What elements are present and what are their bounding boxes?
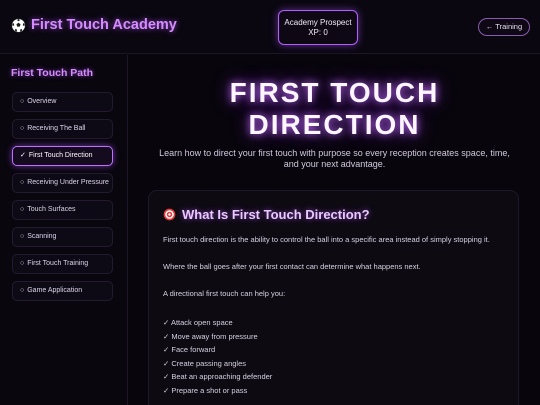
- xp-label: XP: 0: [308, 28, 328, 37]
- sidebar-item-label: Overview: [27, 98, 57, 105]
- sidebar-item-touch-surfaces[interactable]: ○ Touch Surfaces: [12, 200, 113, 220]
- page-subtitle: Learn how to direct your first touch wit…: [143, 148, 526, 170]
- benefits-checklist: ✓ Attack open space ✓ Move away from pre…: [163, 316, 272, 397]
- sidebar-item-receiving-under-pressure[interactable]: ○ Receiving Under Pressure: [12, 173, 113, 193]
- sidebar-item-first-touch-direction[interactable]: ✓ First Touch Direction: [12, 146, 113, 166]
- card-title: What Is First Touch Direction?: [182, 207, 370, 222]
- checklist-item: ✓ Attack open space: [163, 318, 233, 327]
- circle-icon: ○: [20, 233, 25, 240]
- top-bar: First Touch Academy Academy Prospect XP:…: [0, 0, 540, 54]
- sidebar-item-label: Receiving Under Pressure: [27, 179, 109, 186]
- sidebar-item-label: Game Application: [27, 287, 83, 294]
- card-header: What Is First Touch Direction?: [163, 207, 370, 222]
- checklist-item: ✓ Prepare a shot or pass: [163, 385, 248, 395]
- sidebar-item-scanning[interactable]: ○ Scanning: [12, 227, 113, 247]
- circle-icon: ○: [20, 287, 25, 294]
- checklist-item: ✓ Face forward: [163, 345, 216, 354]
- sidebar-item-label: Scanning: [27, 233, 57, 240]
- sidebar-item-receiving-the-ball[interactable]: ○ Receiving The Ball: [12, 119, 113, 139]
- circle-icon: ○: [20, 98, 25, 105]
- sidebar-item-label: Touch Surfaces: [27, 206, 76, 213]
- back-to-training-button[interactable]: ← Training: [478, 18, 530, 36]
- xp-status-box: Academy Prospect XP: 0: [278, 10, 358, 45]
- brand-title: First Touch Academy: [31, 17, 177, 33]
- page-subtitle-line1: Learn how to direct your first touch wit…: [159, 148, 510, 158]
- sidebar-item-first-touch-training[interactable]: ○ First Touch Training: [12, 254, 113, 274]
- circle-icon: ○: [20, 125, 25, 132]
- page-subtitle-line2: and your next advantage.: [283, 159, 386, 169]
- card-paragraph-1: First touch direction is the ability to …: [163, 235, 490, 244]
- sidebar: First Touch Path ○ Overview ○ Receiving Th…: [0, 55, 128, 405]
- sidebar-item-label: First Touch Direction: [28, 152, 93, 159]
- rank-label: Academy Prospect: [284, 18, 352, 27]
- card-paragraph-3: A directional first touch can help you:: [163, 289, 286, 298]
- circle-icon: ○: [20, 260, 25, 267]
- checklist-item: ✓ Move away from pressure: [163, 331, 258, 341]
- target-icon: [163, 208, 176, 221]
- circle-icon: ○: [20, 206, 25, 213]
- soccer-ball-icon: [11, 17, 26, 33]
- sidebar-item-label: Receiving The Ball: [27, 125, 86, 132]
- page-title-line2: DIRECTION: [248, 109, 421, 140]
- sidebar-item-game-application[interactable]: ○ Game Application: [12, 281, 113, 301]
- sidebar-item-overview[interactable]: ○ Overview: [12, 92, 113, 112]
- circle-icon: ○: [20, 179, 25, 186]
- checklist-item: ✓ Beat an approaching defender: [163, 372, 273, 381]
- page-title-line1: FIRST TOUCH: [229, 77, 440, 108]
- page-title: FIRST TOUCH DIRECTION: [129, 77, 540, 141]
- brand[interactable]: First Touch Academy: [11, 17, 177, 33]
- sidebar-item-label: First Touch Training: [27, 260, 89, 267]
- main-content: FIRST TOUCH DIRECTION Learn how to direc…: [129, 55, 540, 405]
- sidebar-title: First Touch Path: [11, 67, 94, 79]
- checkmark-icon: ✓: [20, 152, 26, 159]
- card-paragraph-2: Where the ball goes after your first con…: [163, 262, 421, 271]
- info-card: What Is First Touch Direction? First tou…: [148, 190, 519, 405]
- checklist-item: ✓ Create passing angles: [163, 358, 246, 368]
